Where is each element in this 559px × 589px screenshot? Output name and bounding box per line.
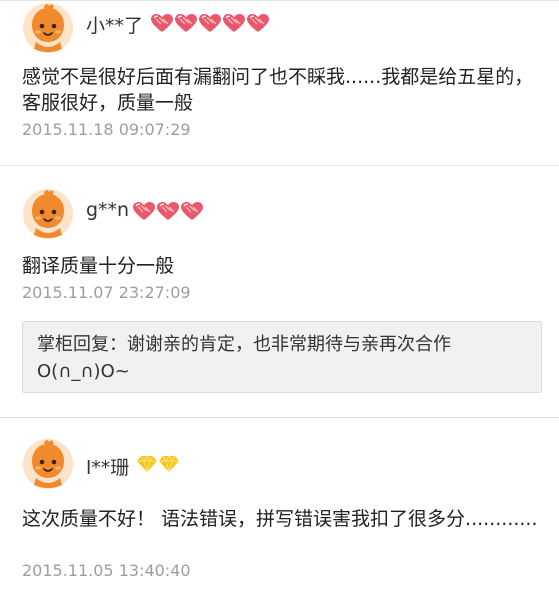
username[interactable]: 小**了 xyxy=(86,11,143,38)
avatar[interactable] xyxy=(22,438,74,490)
heart-badge-icon xyxy=(246,13,270,33)
username[interactable]: g**n xyxy=(86,199,129,221)
review-content: 翻译质量十分一般 xyxy=(22,255,175,277)
separator xyxy=(0,165,559,166)
heart-badge-icon xyxy=(174,13,198,33)
review-feed: 小**了 感觉不是很好后面有漏翻问了也不睬我......我都是给五星的，客服很好… xyxy=(0,0,559,589)
rating-badges xyxy=(136,455,180,473)
rating-badges xyxy=(150,13,270,33)
heart-badge-icon xyxy=(150,13,174,33)
seller-reply: 掌柜回复：谢谢亲的肯定，也非常期待与亲再次合作O(∩_∩)O~ xyxy=(22,321,542,393)
heart-badge-icon xyxy=(198,13,222,33)
heart-badge-icon xyxy=(132,201,156,221)
review-content: 感觉不是很好后面有漏翻问了也不睬我......我都是给五星的，客服很好，质量一般 xyxy=(22,66,534,114)
review-content: 这次质量不好！ 语法错误，拼写错误害我扣了很多分............ xyxy=(22,508,538,530)
diamond-badge-icon xyxy=(158,455,180,473)
avatar[interactable] xyxy=(22,2,74,54)
username[interactable]: l**珊 xyxy=(86,453,129,480)
diamond-badge-icon xyxy=(136,455,158,473)
separator xyxy=(0,417,559,418)
review-timestamp: 2015.11.18 09:07:29 xyxy=(22,120,191,139)
seller-reply-text: 掌柜回复：谢谢亲的肯定，也非常期待与亲再次合作O(∩_∩)O~ xyxy=(37,334,451,382)
heart-badge-icon xyxy=(180,201,204,221)
avatar[interactable] xyxy=(22,188,74,240)
rating-badges xyxy=(132,201,204,221)
heart-badge-icon xyxy=(222,13,246,33)
review-timestamp: 2015.11.07 23:27:09 xyxy=(22,283,191,302)
review-timestamp: 2015.11.05 13:40:40 xyxy=(22,561,191,580)
heart-badge-icon xyxy=(156,201,180,221)
separator xyxy=(0,0,559,1)
